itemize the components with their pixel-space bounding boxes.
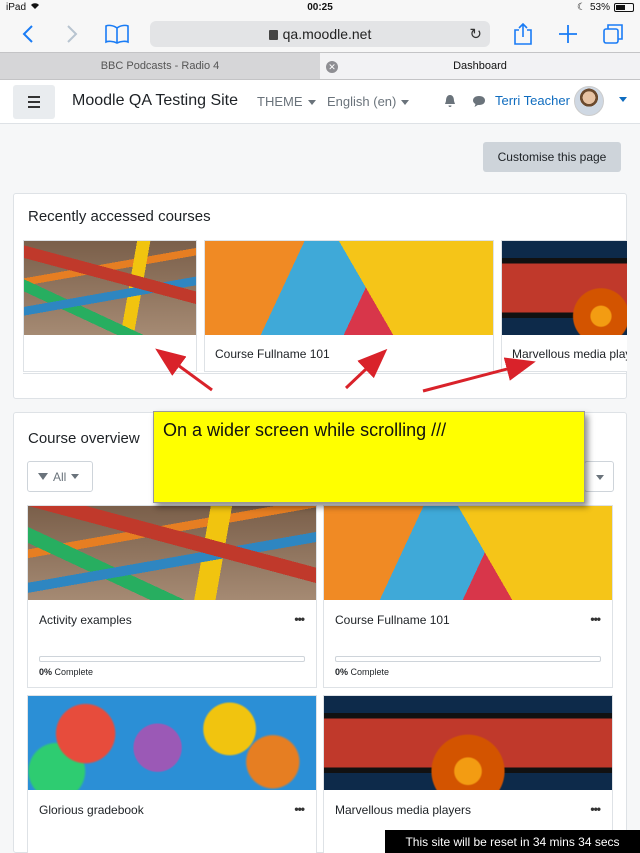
chevron-down-icon (307, 100, 316, 106)
back-icon[interactable] (14, 20, 42, 48)
course-filter-dropdown[interactable]: All (27, 461, 93, 492)
recent-course-card[interactable]: Course Fullname 101 (204, 240, 494, 372)
battery-percent: 53% (589, 2, 610, 13)
progress-percent: 0% (335, 667, 349, 677)
progress-bar (335, 656, 601, 662)
carousel-divider (23, 373, 627, 374)
recent-course-card[interactable]: Marvellous media players (501, 240, 627, 372)
language-menu[interactable]: English (en) (327, 94, 410, 109)
theme-label: THEME (257, 94, 303, 109)
course-image (205, 241, 493, 335)
progress-text: 0% Complete (39, 667, 93, 677)
recent-courses-title: Recently accessed courses (28, 208, 211, 225)
close-tab-icon[interactable]: ✕ (326, 61, 338, 73)
course-name[interactable]: Course Fullname 101 (335, 613, 450, 627)
url-text: qa.moodle.net (282, 26, 372, 42)
course-image (28, 696, 316, 790)
annotation-note: On a wider screen while scrolling /// (153, 411, 585, 503)
browser-toolbar: qa.moodle.net ↻ (0, 16, 640, 52)
course-name[interactable]: Marvellous media players (512, 347, 627, 361)
site-name[interactable]: Moodle QA Testing Site (72, 92, 238, 110)
browser-tabs: BBC Podcasts - Radio 4 ✕ Dashboard (0, 52, 640, 80)
course-menu-icon[interactable]: ••• (590, 612, 601, 626)
sort-dropdown[interactable] (584, 461, 614, 492)
ios-status-bar: iPad 00:25 ☾ 53% (0, 0, 640, 16)
nav-drawer-toggle[interactable] (13, 85, 55, 119)
filter-icon (38, 473, 48, 480)
recent-course-card[interactable] (23, 240, 197, 372)
progress-complete-label: Complete (350, 667, 390, 677)
battery-icon (614, 3, 634, 12)
course-menu-icon[interactable]: ••• (590, 802, 601, 816)
user-name[interactable]: Terri Teacher (495, 93, 570, 108)
notifications-bell-icon[interactable] (444, 94, 456, 108)
tab-bbc-podcasts[interactable]: BBC Podcasts - Radio 4 (0, 53, 320, 79)
course-card[interactable]: Glorious gradebook ••• (27, 695, 317, 853)
course-menu-icon[interactable]: ••• (294, 802, 305, 816)
course-menu-icon[interactable]: ••• (294, 612, 305, 626)
share-icon[interactable] (509, 20, 537, 48)
user-menu-chevron-icon[interactable] (619, 97, 627, 102)
filter-label: All (53, 469, 67, 484)
reload-icon[interactable]: ↻ (469, 25, 482, 43)
progress-complete-label: Complete (54, 667, 94, 677)
progress-percent: 0% (39, 667, 53, 677)
forward-icon[interactable] (58, 20, 86, 48)
recent-courses-carousel[interactable]: Course Fullname 101 Marvellous media pla… (23, 240, 627, 390)
chevron-down-icon (596, 475, 604, 480)
tab-dashboard[interactable]: ✕ Dashboard (320, 53, 640, 79)
status-time: 00:25 (307, 2, 333, 13)
course-image (324, 506, 612, 600)
progress-text: 0% Complete (335, 667, 389, 677)
moon-icon: ☾ (577, 2, 586, 13)
chevron-down-icon (71, 474, 80, 479)
moodle-navbar: Moodle QA Testing Site THEME English (en… (0, 80, 640, 124)
course-card[interactable]: Activity examples ••• 0% Complete (27, 505, 317, 688)
tab-label: Dashboard (453, 60, 507, 72)
progress-bar (39, 656, 305, 662)
messages-icon[interactable] (472, 94, 486, 108)
course-name[interactable]: Marvellous media players (335, 803, 471, 817)
site-reset-banner: This site will be reset in 34 mins 34 se… (385, 830, 640, 853)
language-label: English (en) (327, 94, 397, 109)
course-image (502, 241, 627, 335)
lock-icon (268, 30, 278, 40)
course-overview-title: Course overview (28, 430, 140, 447)
tab-label: BBC Podcasts - Radio 4 (100, 60, 220, 72)
course-image (24, 241, 196, 335)
course-image (324, 696, 612, 790)
course-name[interactable]: Glorious gradebook (39, 803, 144, 817)
course-card[interactable]: Course Fullname 101 ••• 0% Complete (323, 505, 613, 688)
theme-menu[interactable]: THEME (257, 94, 316, 109)
customise-page-button[interactable]: Customise this page (483, 142, 621, 172)
course-name[interactable]: Course Fullname 101 (215, 347, 330, 361)
chevron-down-icon (401, 100, 410, 106)
bookmarks-icon[interactable] (103, 20, 131, 48)
new-tab-icon[interactable] (554, 20, 582, 48)
course-image (28, 506, 316, 600)
avatar[interactable] (574, 86, 604, 116)
url-bar[interactable]: qa.moodle.net ↻ (150, 21, 490, 47)
course-name[interactable]: Activity examples (39, 613, 132, 627)
tabs-overview-icon[interactable] (599, 20, 627, 48)
